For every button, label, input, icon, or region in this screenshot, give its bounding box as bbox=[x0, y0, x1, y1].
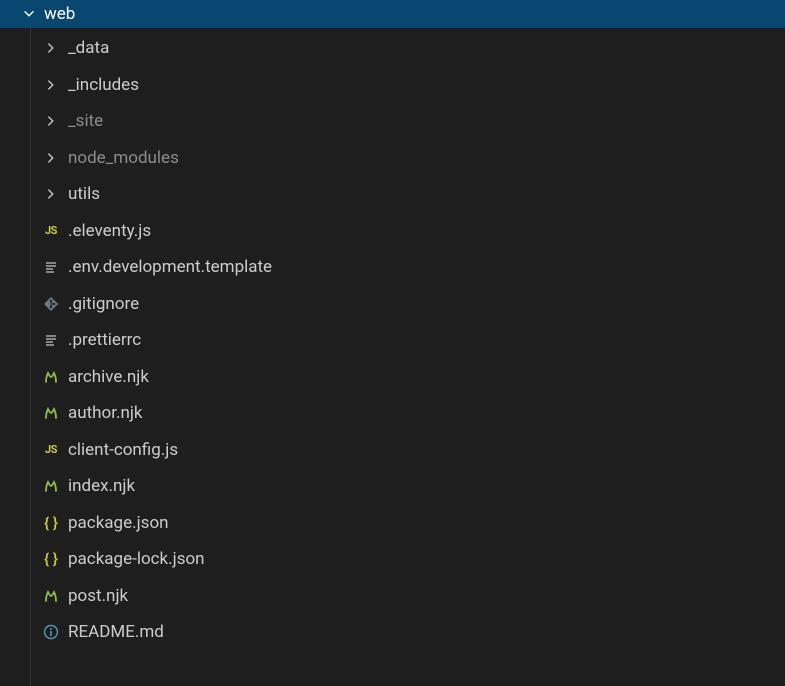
info-file-icon bbox=[40, 621, 62, 643]
folder-header-title: web bbox=[44, 4, 75, 24]
tree-file[interactable]: .gitignore bbox=[0, 286, 785, 323]
chevron-right-icon bbox=[40, 110, 62, 132]
text-file-icon bbox=[40, 256, 62, 278]
tree-folder[interactable]: _data bbox=[0, 30, 785, 67]
njk-file-icon bbox=[40, 585, 62, 607]
tree-file[interactable]: .env.development.template bbox=[0, 249, 785, 286]
tree-item-label: utils bbox=[68, 184, 100, 204]
tree-folder[interactable]: utils bbox=[0, 176, 785, 213]
tree-folder[interactable]: node_modules bbox=[0, 140, 785, 177]
chevron-right-icon bbox=[40, 74, 62, 96]
tree-folder[interactable]: _includes bbox=[0, 67, 785, 104]
tree-item-label: archive.njk bbox=[68, 367, 149, 387]
chevron-right-icon bbox=[40, 37, 62, 59]
tree-item-label: README.md bbox=[68, 622, 164, 642]
tree-item-label: .eleventy.js bbox=[68, 221, 151, 241]
tree-file[interactable]: archive.njk bbox=[0, 359, 785, 396]
js-file-icon: JS bbox=[40, 220, 62, 242]
chevron-right-icon bbox=[40, 147, 62, 169]
tree-item-label: _data bbox=[68, 38, 109, 58]
folder-header[interactable]: web bbox=[0, 0, 785, 28]
text-file-icon bbox=[40, 329, 62, 351]
tree-item-label: _site bbox=[68, 111, 103, 131]
tree-file[interactable]: author.njk bbox=[0, 395, 785, 432]
tree-item-label: .prettierrc bbox=[68, 330, 141, 350]
chevron-right-icon bbox=[40, 183, 62, 205]
tree-item-label: .gitignore bbox=[68, 294, 139, 314]
tree-item-label: _includes bbox=[68, 75, 139, 95]
tree-file[interactable]: .prettierrc bbox=[0, 322, 785, 359]
tree-file[interactable]: JS .eleventy.js bbox=[0, 213, 785, 250]
tree-item-label: post.njk bbox=[68, 586, 128, 606]
git-file-icon bbox=[40, 293, 62, 315]
tree-file[interactable]: post.njk bbox=[0, 578, 785, 615]
tree-item-label: author.njk bbox=[68, 403, 143, 423]
tree-item-label: package.json bbox=[68, 513, 169, 533]
indent-guide bbox=[30, 28, 31, 686]
js-file-icon: JS bbox=[40, 439, 62, 461]
json-file-icon: { } bbox=[40, 548, 62, 570]
tree-item-label: .env.development.template bbox=[68, 257, 272, 277]
tree-folder[interactable]: _site bbox=[0, 103, 785, 140]
tree-item-label: client-config.js bbox=[68, 440, 178, 460]
tree-file[interactable]: README.md bbox=[0, 614, 785, 651]
tree-item-label: node_modules bbox=[68, 148, 179, 168]
tree-item-label: index.njk bbox=[68, 476, 135, 496]
tree-file[interactable]: { } package.json bbox=[0, 505, 785, 542]
file-tree: _data _includes _site node_modulesutils JS .e… bbox=[0, 28, 785, 651]
tree-item-label: package-lock.json bbox=[68, 549, 205, 569]
chevron-down-icon bbox=[20, 5, 38, 23]
njk-file-icon bbox=[40, 475, 62, 497]
tree-file[interactable]: index.njk bbox=[0, 468, 785, 505]
json-file-icon: { } bbox=[40, 512, 62, 534]
njk-file-icon bbox=[40, 402, 62, 424]
tree-file[interactable]: { } package-lock.json bbox=[0, 541, 785, 578]
tree-file[interactable]: JS client-config.js bbox=[0, 432, 785, 469]
njk-file-icon bbox=[40, 366, 62, 388]
